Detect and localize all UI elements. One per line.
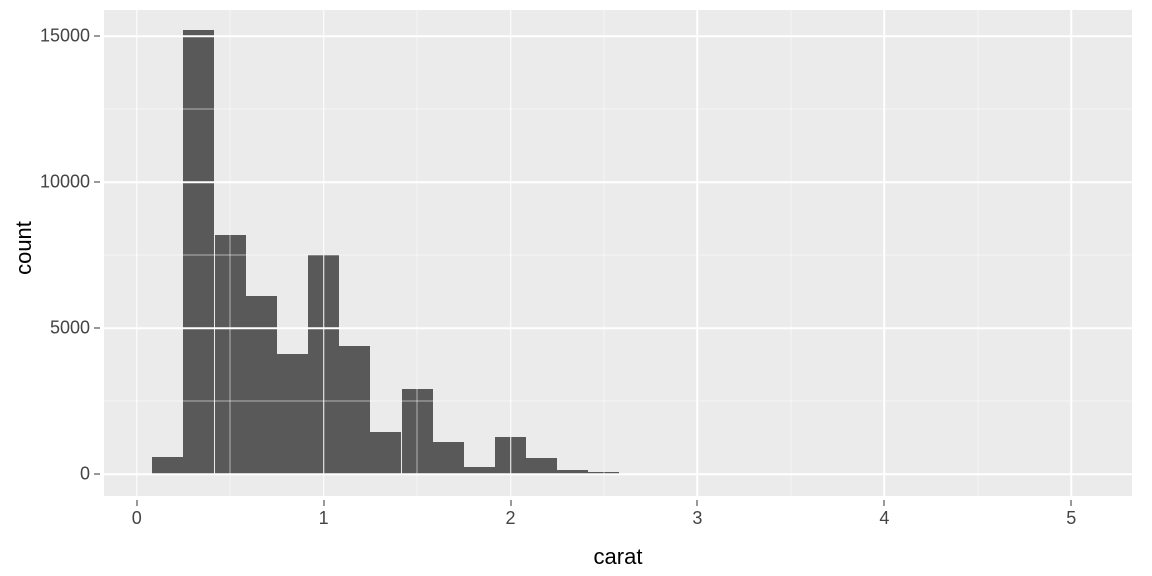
- y-tick-label: 15000: [40, 26, 90, 47]
- y-axis-label-text: count: [11, 221, 37, 275]
- histogram-chart: count 0 5000 10000 15000 0 1 2 3 4 5 carat: [0, 0, 1152, 576]
- vgrid-minor: [417, 10, 418, 496]
- histogram-bar: [433, 442, 464, 474]
- histogram-bar: [152, 457, 183, 475]
- histogram-bar: [339, 346, 370, 474]
- y-axis-label: count: [12, 0, 36, 496]
- x-tick-mark: [884, 500, 885, 506]
- x-tick-mark: [1071, 500, 1072, 506]
- plot-panel: [104, 10, 1132, 496]
- histogram-bar: [246, 296, 277, 474]
- vgrid-major: [323, 10, 325, 496]
- x-axis-ticks: 0 1 2 3 4 5: [104, 500, 1132, 536]
- y-tick-label: 5000: [50, 318, 90, 339]
- x-tick-mark: [323, 500, 324, 506]
- x-tick-label: 5: [1066, 508, 1076, 529]
- vgrid-minor: [977, 10, 978, 496]
- vgrid-major: [510, 10, 512, 496]
- histogram-bar: [183, 30, 214, 474]
- vgrid-major: [697, 10, 699, 496]
- y-tick-mark: [94, 328, 100, 329]
- histogram-bar: [370, 432, 401, 474]
- x-tick-mark: [697, 500, 698, 506]
- y-axis-ticks: 0 5000 10000 15000: [36, 10, 100, 496]
- y-tick-mark: [94, 474, 100, 475]
- y-tick-label: 10000: [40, 172, 90, 193]
- vgrid-minor: [230, 10, 231, 496]
- x-tick-mark: [136, 500, 137, 506]
- x-tick-mark: [510, 500, 511, 506]
- histogram-bar: [277, 354, 308, 474]
- y-tick-label: 0: [80, 464, 90, 485]
- vgrid-major: [884, 10, 886, 496]
- vgrid-minor: [603, 10, 604, 496]
- x-tick-label: 2: [506, 508, 516, 529]
- vgrid-minor: [790, 10, 791, 496]
- x-tick-label: 4: [879, 508, 889, 529]
- x-tick-label: 0: [132, 508, 142, 529]
- x-axis-label: carat: [104, 544, 1132, 570]
- histogram-bar: [526, 458, 557, 474]
- x-tick-label: 3: [692, 508, 702, 529]
- y-tick-mark: [94, 36, 100, 37]
- x-tick-label: 1: [319, 508, 329, 529]
- vgrid-major: [1071, 10, 1073, 496]
- vgrid-major: [136, 10, 138, 496]
- y-tick-mark: [94, 182, 100, 183]
